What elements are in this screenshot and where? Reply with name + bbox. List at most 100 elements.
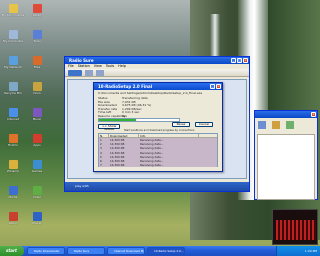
minimize-button[interactable]: _ [231,58,236,63]
desktop-icon[interactable]: Docs [26,82,48,95]
system-tray: 1:29 PM [276,246,320,256]
desktop-app-icon [32,82,42,91]
taskbar-button[interactable]: Internet Download Mgr [107,247,145,255]
desktop-icon-label: Media [8,195,18,199]
desktop-icon[interactable]: Radio [26,4,48,17]
taskbar-button[interactable]: 10-Radio Setup 2.0... [147,247,185,255]
desktop-app-icon [32,186,42,195]
desktop-app-icon [32,30,42,39]
desktop-icon-label: Docs [33,91,41,95]
start-button[interactable]: start [0,246,24,256]
desktop-icon-label: Firefox [8,143,18,147]
desktop-icon-label: Games [31,169,43,173]
toolbar-icon[interactable] [96,70,104,76]
show-details-button[interactable]: << Show details [98,124,120,131]
taskbar: start Radio Downloader Radio Sure Internet… [0,246,320,256]
desktop-icon-label: Recycle Bin [4,91,22,95]
desktop-app-icon [32,108,42,117]
minimize-button[interactable]: _ [210,84,215,89]
desktop-icon[interactable]: Tools [26,30,48,43]
close-button[interactable]: × [243,58,248,63]
table-row[interactable]: 7 14,300 KB Receiving data... [99,163,217,168]
menu-item[interactable]: Help [118,64,126,69]
desktop-icon[interactable]: Recycle Bin [2,82,24,95]
pause-button[interactable]: Pause [172,122,190,127]
taskbar-button[interactable]: Radio Sure [67,247,105,255]
desktop-icon[interactable]: Player [26,212,48,225]
clock: 1:29 PM [304,249,317,253]
cancel-button[interactable]: Cancel [195,122,213,127]
desktop-icon-label: Player [32,221,42,225]
desktop-icon-label: Files [33,65,41,69]
desktop-icon[interactable]: Music [26,108,48,121]
connections-list[interactable]: N. Downloaded Info 1 14,300 KB Receiving dat… [98,133,218,168]
download-progress-bar [98,118,180,122]
desktop-icon[interactable]: Video [26,186,48,199]
close-button[interactable]: × [311,112,316,117]
secondary-window[interactable]: × [254,110,318,200]
status-text: play with [75,184,89,188]
desktop-icon-label: Video [32,195,42,199]
secondary-window-toolbar [255,118,317,132]
desktop-icon-label: Radio [32,13,42,17]
system-monitor-widget [272,209,318,245]
toolbar-icon[interactable] [68,70,82,76]
close-button[interactable]: × [216,84,221,89]
desktop-app-icon [8,160,18,169]
desktop-app-icon [8,186,18,195]
menu-item[interactable]: View [94,64,102,69]
maximize-button[interactable]: □ [237,58,242,63]
main-window-titlebar[interactable]: Radio Sure _ □ × [65,57,249,64]
desktop-app-icon [32,56,42,65]
column-header[interactable]: Downloaded [109,134,139,138]
toolbar-icon[interactable] [272,121,280,129]
desktop-icon-label: Setup [8,221,18,225]
menu-item[interactable]: File [68,64,74,69]
desktop-icon[interactable]: My Computer [2,30,24,43]
list-body: 1 14,300 KB Receiving data... 2 14,300 KB Rec… [99,138,217,168]
desktop-icon[interactable]: Setup [2,212,24,225]
desktop-icon-label: My Network [4,65,22,69]
menu-item[interactable]: Station [78,64,90,69]
column-header[interactable]: Info [139,134,199,138]
desktop-icon[interactable]: Files [26,56,48,69]
desktop-app-icon [8,82,18,91]
toolbar-icon[interactable] [286,121,294,129]
toolbar [65,69,249,77]
progress-fill [99,119,136,121]
desktop-icon[interactable]: My Documents [2,4,24,17]
desktop-icon-label: Music [32,117,42,121]
segments-label: Start positions and download progress by… [124,129,195,132]
desktop-app-icon [8,30,18,39]
table-cell: 7 [100,163,102,168]
toolbar-icon[interactable] [85,70,93,76]
desktop-icon-label: My Computer [2,39,24,43]
desktop-icon-label: My Documents [1,13,25,17]
desktop-app-icon [32,134,42,143]
desktop-app-icon [8,212,18,221]
secondary-window-titlebar[interactable]: × [255,111,317,118]
desktop-icon-label: Tools [33,39,41,43]
desktop-icon[interactable]: Media [2,186,24,199]
column-header[interactable]: N. [99,134,109,138]
dialog-titlebar[interactable]: 10-RadioSetup 2.0 Final _ × [94,83,222,90]
desktop-icon[interactable]: Winamp [2,160,24,173]
desktop-app-icon [8,134,18,143]
desktop-app-icon [32,160,42,169]
desktop-icon-label: Winamp [6,169,20,173]
status-bar: play with [65,182,249,191]
toolbar-icon[interactable] [258,121,266,129]
table-cell: 14,300 KB [110,163,125,168]
desktop-icon[interactable]: Apps [26,134,48,147]
desktop-app-icon [8,108,18,117]
desktop-icon[interactable]: Firefox [2,134,24,147]
desktop-app-icon [8,56,18,65]
taskbar-button[interactable]: Radio Downloader [27,247,65,255]
desktop-icon[interactable]: Games [26,160,48,173]
menu-item[interactable]: Tools [106,64,114,69]
desktop-icon[interactable]: Internet [2,108,24,121]
monitor-graph [276,220,316,240]
desktop-app-icon [32,212,42,221]
desktop-app-icon [8,4,18,13]
desktop-icon[interactable]: My Network [2,56,24,69]
